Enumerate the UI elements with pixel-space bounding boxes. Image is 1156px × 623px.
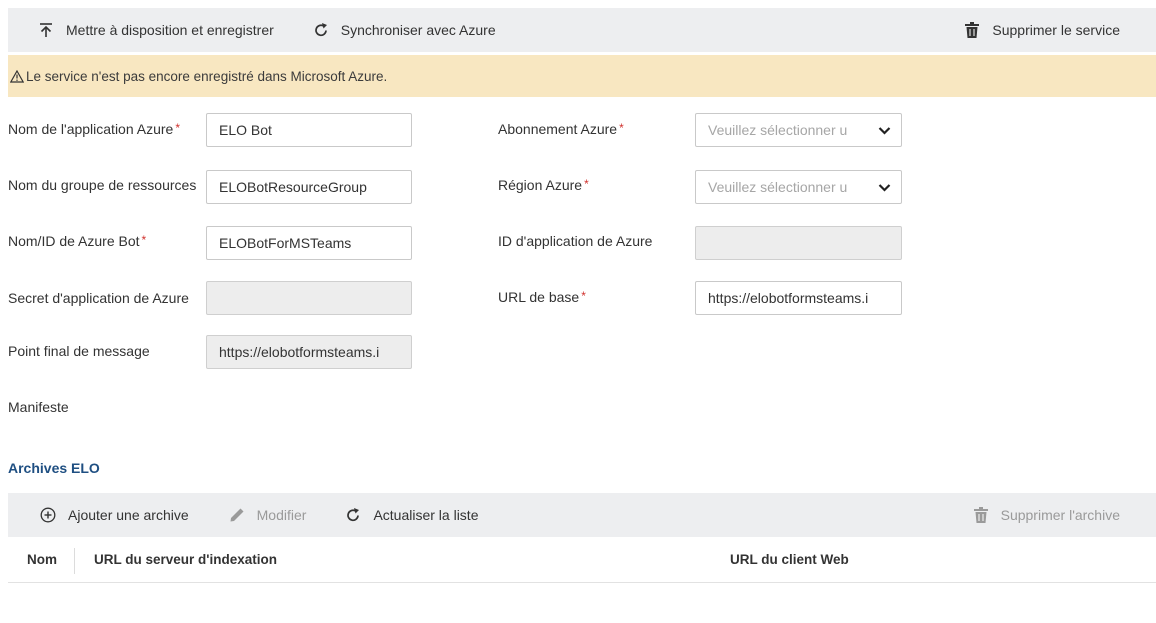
refresh-icon	[312, 21, 330, 39]
base-url-field[interactable]: https://elobotformsteams.i	[695, 281, 902, 315]
pencil-icon	[228, 506, 246, 524]
message-endpoint-label: Point final de message	[8, 343, 150, 359]
service-toolbar: Mettre à disposition et enregistrer Sync…	[8, 8, 1156, 52]
message-endpoint-field[interactable]: https://elobotformsteams.i	[206, 335, 412, 369]
app-secret-label: Secret d'application de Azure	[8, 290, 189, 306]
refresh-list-label: Actualiser la liste	[373, 507, 479, 523]
archives-toolbar: Ajouter une archive Modifier Actualiser …	[8, 493, 1156, 537]
column-header-name[interactable]: Nom	[27, 552, 57, 567]
sync-azure-label: Synchroniser avec Azure	[340, 22, 496, 38]
refresh-list-button[interactable]: Actualiser la liste	[344, 506, 478, 524]
warning-icon	[10, 69, 24, 83]
chevron-down-icon	[878, 124, 891, 137]
resource-group-field[interactable]: ELOBotResourceGroup	[206, 170, 412, 204]
archives-section-title: Archives ELO	[8, 460, 100, 476]
column-header-web-client-url[interactable]: URL du client Web	[730, 552, 849, 567]
subscription-label: Abonnement Azure *	[498, 121, 624, 137]
archives-table-header: Nom URL du serveur d'indexation URL du c…	[8, 540, 1156, 583]
add-archive-button[interactable]: Ajouter une archive	[39, 506, 189, 524]
bot-id-field[interactable]: ELOBotForMSTeams	[206, 226, 412, 260]
subscription-select[interactable]: Veuillez sélectionner u	[695, 113, 902, 147]
app-secret-field[interactable]	[206, 281, 412, 315]
add-circle-icon	[39, 506, 57, 524]
warning-text: Le service n'est pas encore enregistré d…	[26, 68, 388, 84]
app-id-label: ID d'application de Azure	[498, 233, 653, 249]
upload-icon	[37, 21, 55, 39]
manifest-label: Manifeste	[8, 399, 69, 415]
warning-banner: Le service n'est pas encore enregistré d…	[8, 55, 1156, 97]
chevron-down-icon	[878, 181, 891, 194]
column-divider	[74, 548, 75, 574]
trash-icon	[963, 21, 981, 39]
delete-archive-label: Supprimer l'archive	[1000, 507, 1120, 523]
trash-icon	[972, 506, 990, 524]
edit-archive-button[interactable]: Modifier	[228, 506, 307, 524]
bot-id-label: Nom/ID de Azure Bot *	[8, 233, 147, 249]
add-archive-label: Ajouter une archive	[68, 507, 189, 523]
sync-azure-button[interactable]: Synchroniser avec Azure	[312, 21, 496, 39]
delete-archive-button[interactable]: Supprimer l'archive	[972, 506, 1120, 524]
base-url-label: URL de base *	[498, 289, 586, 305]
app-name-label: Nom de l'application Azure *	[8, 121, 180, 137]
publish-save-button[interactable]: Mettre à disposition et enregistrer	[37, 21, 274, 39]
delete-service-label: Supprimer le service	[992, 22, 1120, 38]
resource-group-label: Nom du groupe de ressources	[8, 177, 197, 193]
region-label: Région Azure *	[498, 177, 589, 193]
edit-archive-label: Modifier	[256, 507, 307, 523]
app-id-field[interactable]	[695, 226, 902, 260]
app-name-field[interactable]: ELO Bot	[206, 113, 412, 147]
region-select[interactable]: Veuillez sélectionner u	[695, 170, 902, 204]
column-header-index-server-url[interactable]: URL du serveur d'indexation	[94, 552, 277, 567]
refresh-icon	[344, 506, 362, 524]
publish-save-label: Mettre à disposition et enregistrer	[66, 22, 274, 38]
delete-service-button[interactable]: Supprimer le service	[963, 21, 1120, 39]
